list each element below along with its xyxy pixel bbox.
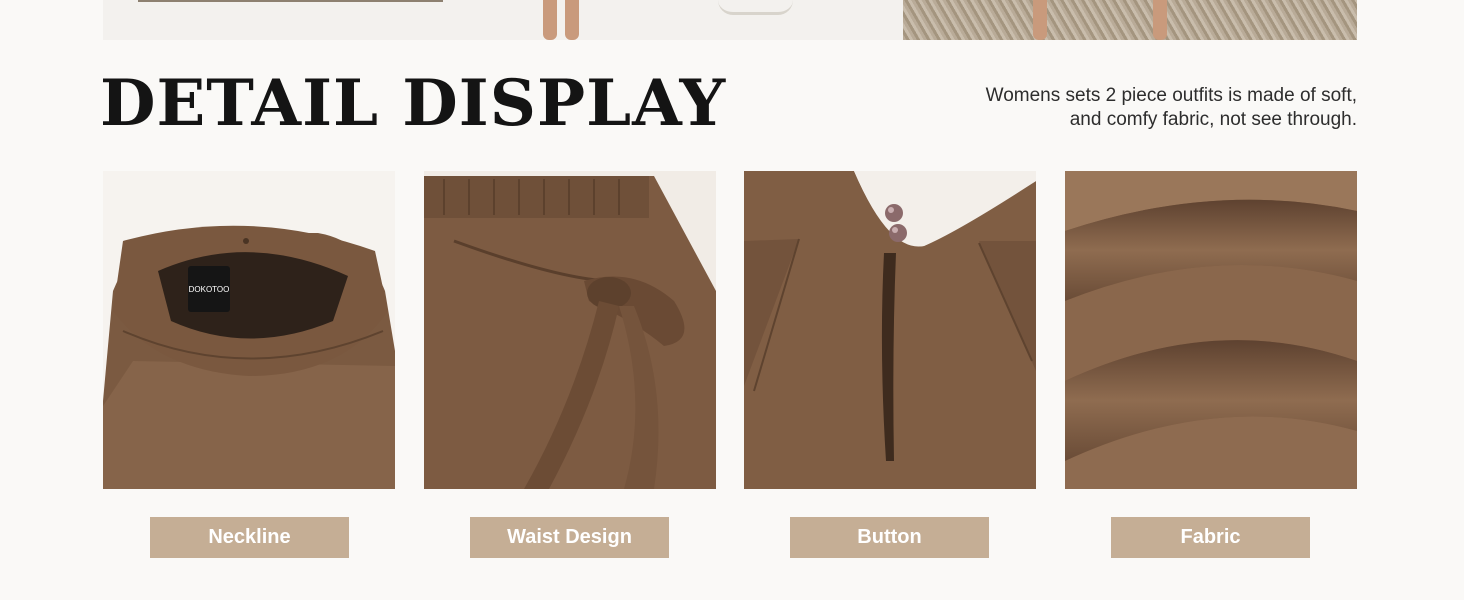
waist-design-photo (424, 171, 716, 489)
photo-edge-line (138, 0, 443, 2)
previous-section-photos (103, 0, 1357, 40)
fabric-closeup-photo (1065, 171, 1357, 489)
studio-photo-crop (103, 0, 903, 40)
section-title: DETAIL DISPLAY (100, 66, 727, 141)
section-description: Womens sets 2 piece outfits is made of s… (986, 84, 1357, 132)
sandal-image (718, 0, 793, 15)
description-line: Womens sets 2 piece outfits is made of s… (985, 85, 1357, 106)
brand-tag-text: DOKOTOO (189, 285, 230, 294)
model-leg-image (1033, 0, 1047, 40)
button-detail-photo (744, 171, 1036, 489)
button-label: Button (790, 517, 989, 558)
model-leg-image (1153, 0, 1167, 40)
description-line: and comfy fabric, not see through. (1069, 109, 1357, 130)
model-leg-image (565, 0, 579, 40)
neckline-label: Neckline (150, 517, 349, 558)
neckline-photo: DOKOTOO (103, 171, 395, 489)
model-leg-image (543, 0, 557, 40)
waist-design-label: Waist Design (470, 517, 669, 558)
outdoor-photo-crop (903, 0, 1357, 40)
fabric-label: Fabric (1111, 517, 1310, 558)
